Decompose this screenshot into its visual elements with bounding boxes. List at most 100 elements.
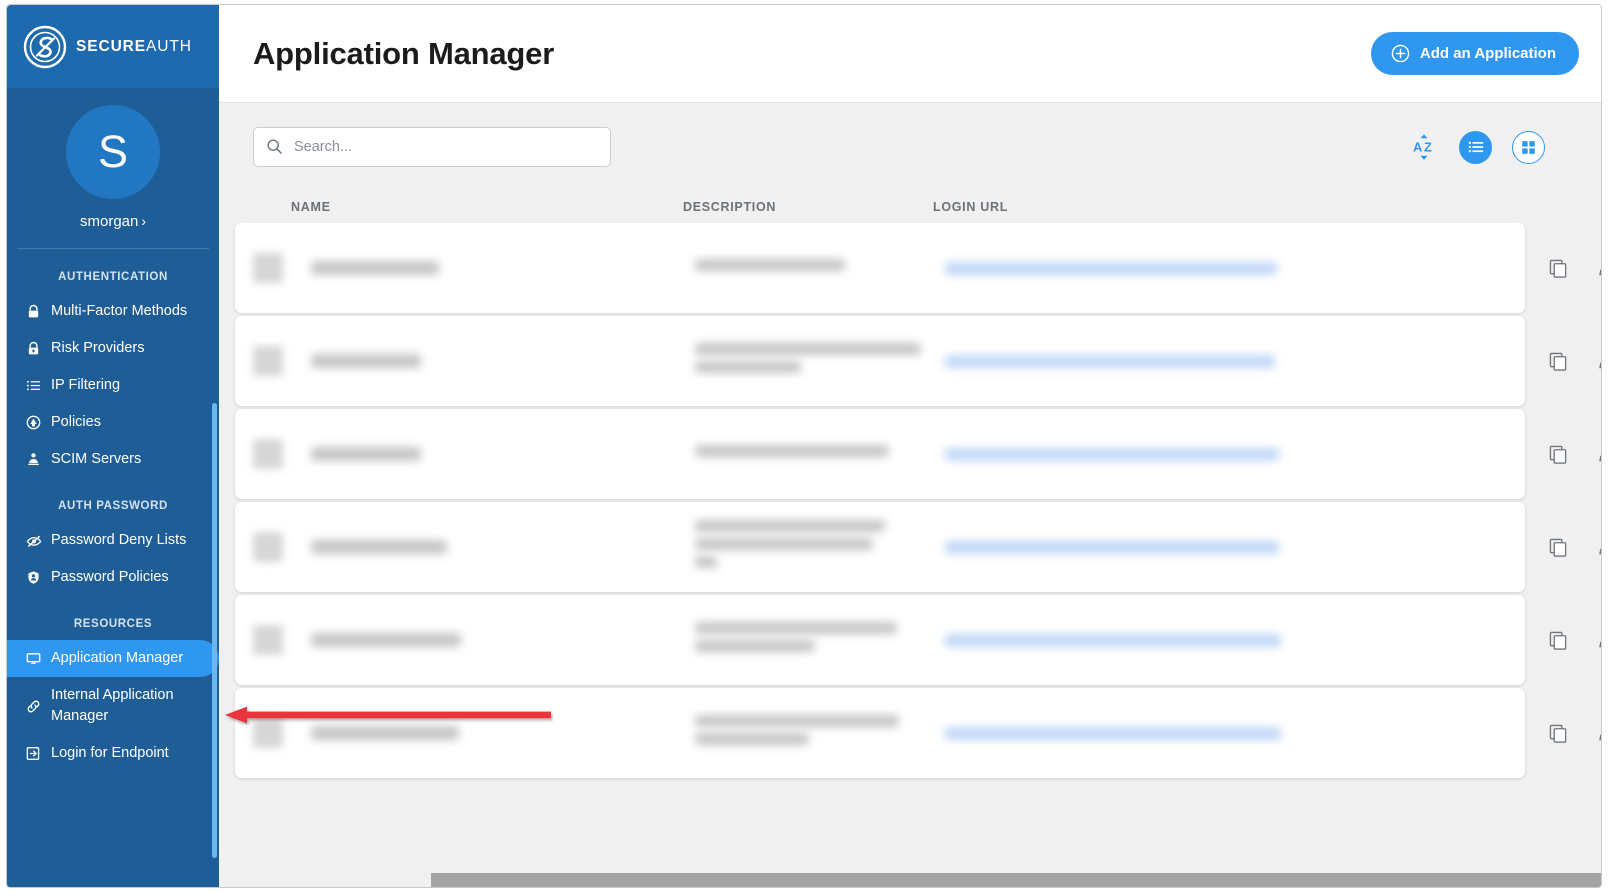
sort-az-icon[interactable]: A Z xyxy=(1409,132,1439,162)
search-input[interactable] xyxy=(253,127,611,167)
row-actions xyxy=(1525,316,1601,406)
lock-icon xyxy=(25,303,42,320)
edit-pencil-icon[interactable] xyxy=(1595,350,1601,372)
column-header-description: DESCRIPTION xyxy=(683,200,777,214)
user-block[interactable]: S smorgan › xyxy=(17,88,209,249)
application-icon xyxy=(253,346,283,376)
table-row[interactable] xyxy=(235,409,1601,499)
eye-off-icon xyxy=(25,532,42,549)
toolbar: A Z xyxy=(219,103,1601,191)
redacted-login-url xyxy=(945,447,1279,461)
sidebar-item-policies[interactable]: Policies xyxy=(7,404,219,441)
list-icon xyxy=(25,377,42,394)
avatar: S xyxy=(66,105,160,199)
cell-name xyxy=(283,354,695,368)
redacted-description-line xyxy=(695,259,845,271)
cell-description xyxy=(695,622,945,658)
sidebar-item-label: SCIM Servers xyxy=(51,451,142,468)
list-view-button[interactable] xyxy=(1459,130,1492,164)
plus-circle-icon xyxy=(1391,44,1410,63)
cell-login-url[interactable] xyxy=(945,633,1525,647)
cell-login-url[interactable] xyxy=(945,540,1525,554)
horizontal-scrollbar-thumb[interactable] xyxy=(431,873,1601,887)
edit-pencil-icon[interactable] xyxy=(1595,536,1601,558)
sidebar-item-risk-providers[interactable]: Risk Providers xyxy=(7,330,219,367)
sidebar-item-password-policies[interactable]: Password Policies xyxy=(7,559,219,596)
copy-icon[interactable] xyxy=(1547,629,1569,651)
copy-icon[interactable] xyxy=(1547,350,1569,372)
link-icon xyxy=(25,698,42,715)
cell-login-url[interactable] xyxy=(945,726,1525,740)
table-row[interactable] xyxy=(235,502,1601,592)
cell-name xyxy=(283,261,695,275)
shield-person-icon xyxy=(25,569,42,586)
cell-login-url[interactable] xyxy=(945,354,1525,368)
sidebar-item-label: Application Manager xyxy=(51,650,184,667)
lock-plus-icon xyxy=(25,340,42,357)
sidebar-item-internal-application-manager[interactable]: Internal Application Manager xyxy=(7,677,219,735)
svg-text:Z: Z xyxy=(1424,139,1432,154)
application-icon xyxy=(253,253,283,283)
copy-icon[interactable] xyxy=(1547,257,1569,279)
table-row[interactable] xyxy=(235,316,1601,406)
row-actions xyxy=(1525,409,1601,499)
horizontal-scrollbar[interactable] xyxy=(431,872,1601,887)
cell-login-url[interactable] xyxy=(945,261,1525,275)
svg-text:A: A xyxy=(1413,139,1422,154)
row-actions xyxy=(1525,502,1601,592)
table-row[interactable] xyxy=(235,688,1601,778)
cell-description xyxy=(695,715,945,751)
sidebar-item-label: Login for Endpoint xyxy=(51,745,169,762)
user-name[interactable]: smorgan › xyxy=(17,213,209,230)
cell-name xyxy=(283,633,695,647)
copy-icon[interactable] xyxy=(1547,722,1569,744)
scim-person-icon xyxy=(25,451,42,468)
redacted-login-url xyxy=(945,540,1279,554)
sidebar-item-label: Policies xyxy=(51,414,101,431)
brand-bar: SECUREAUTH xyxy=(7,5,219,88)
sidebar-item-login-for-endpoint[interactable]: Login for Endpoint xyxy=(7,735,219,772)
add-an-application-button[interactable]: Add an Application xyxy=(1370,32,1579,75)
nav-section-auth-password: AUTH PASSWORD xyxy=(58,500,168,513)
add-an-application-label: Add an Application xyxy=(1419,45,1556,62)
copy-icon[interactable] xyxy=(1547,443,1569,465)
edit-pencil-icon[interactable] xyxy=(1595,257,1601,279)
cell-description xyxy=(695,343,945,379)
grid-view-button[interactable] xyxy=(1512,130,1545,164)
table-row[interactable] xyxy=(235,223,1601,313)
sidebar-item-scim-servers[interactable]: SCIM Servers xyxy=(7,441,219,478)
sidebar-item-ip-filtering[interactable]: IP Filtering xyxy=(7,367,219,404)
sidebar-item-application-manager[interactable]: Application Manager xyxy=(7,640,219,678)
cell-name xyxy=(283,726,695,740)
redacted-description-line xyxy=(695,622,897,634)
list-view-icon xyxy=(1468,139,1484,155)
redacted-description-line xyxy=(695,715,899,727)
edit-pencil-icon[interactable] xyxy=(1595,629,1601,651)
monitor-icon xyxy=(25,650,42,667)
table-header-row: NAME DESCRIPTION LOGIN URL xyxy=(219,191,1601,223)
redacted-name xyxy=(311,447,421,461)
copy-icon[interactable] xyxy=(1547,536,1569,558)
row-actions xyxy=(1525,688,1601,778)
column-header-name: NAME xyxy=(291,200,331,214)
sidebar-scrollbar[interactable] xyxy=(212,403,217,858)
cell-description xyxy=(695,259,945,277)
sidebar-item-password-deny-lists[interactable]: Password Deny Lists xyxy=(7,522,219,559)
edit-pencil-icon[interactable] xyxy=(1595,443,1601,465)
sidebar-item-multi-factor-methods[interactable]: Multi-Factor Methods xyxy=(7,293,219,330)
redacted-description-line xyxy=(695,640,815,652)
cell-name xyxy=(283,540,695,554)
brand-name-light: AUTH xyxy=(146,37,192,55)
page-title: Application Manager xyxy=(253,35,555,71)
policy-shield-icon xyxy=(25,414,42,431)
redacted-description-line xyxy=(695,538,873,550)
table-row[interactable] xyxy=(235,595,1601,685)
edit-pencil-icon[interactable] xyxy=(1595,722,1601,744)
row-actions xyxy=(1525,223,1601,313)
redacted-description-line xyxy=(695,733,809,745)
application-icon xyxy=(253,625,283,655)
redacted-login-url xyxy=(945,261,1277,275)
sidebar-item-label: IP Filtering xyxy=(51,377,121,394)
sidebar-item-label: Multi-Factor Methods xyxy=(51,303,188,319)
cell-login-url[interactable] xyxy=(945,447,1525,461)
